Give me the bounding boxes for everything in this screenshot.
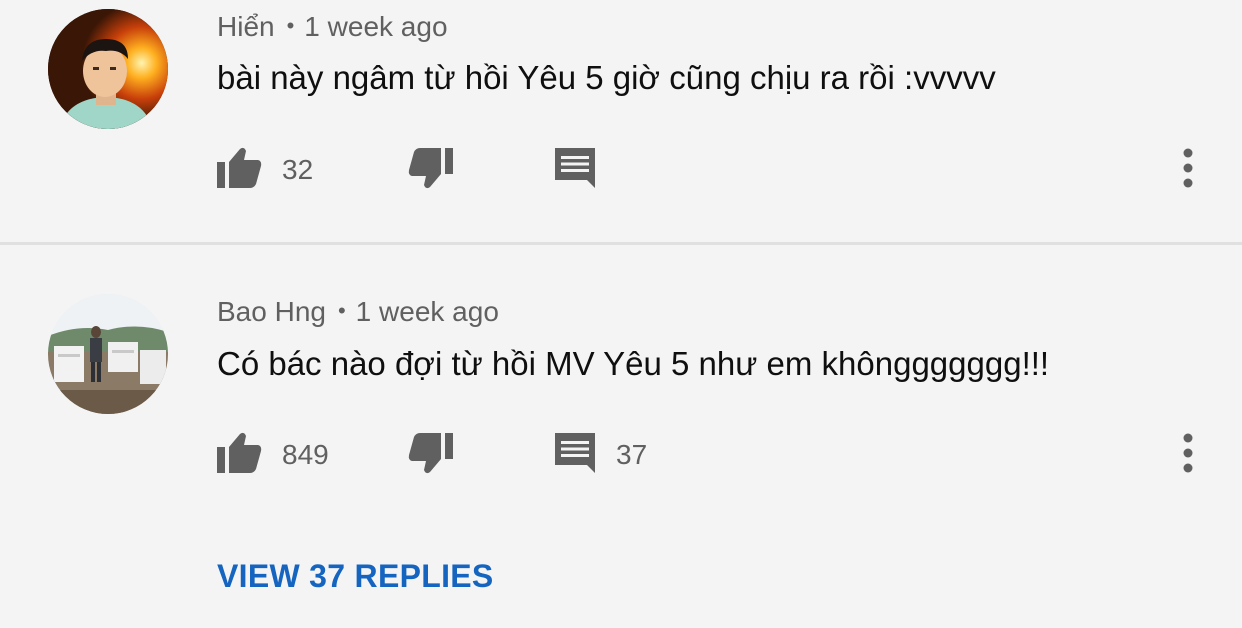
- view-replies-button[interactable]: VIEW 37 REPLIES: [217, 558, 494, 595]
- more-options-button[interactable]: [1172, 425, 1204, 485]
- like-button[interactable]: 849: [216, 425, 329, 485]
- dislike-button[interactable]: [408, 140, 454, 200]
- comment-timestamp[interactable]: 1 week ago: [304, 11, 447, 42]
- reply-button[interactable]: [554, 140, 596, 200]
- like-count: 32: [282, 154, 314, 185]
- comment-text: Có bác nào đợi từ hồi MV Yêu 5 như em kh…: [217, 345, 1050, 382]
- thumbs-up-icon: [216, 431, 262, 480]
- author-name[interactable]: Bao Hng: [217, 296, 326, 327]
- thumbs-down-icon: [408, 431, 454, 480]
- more-options-button[interactable]: [1172, 140, 1204, 200]
- reply-count: 37: [616, 439, 648, 470]
- reply-icon: [554, 147, 596, 194]
- avatar[interactable]: [48, 9, 168, 129]
- meta-separator: •: [337, 298, 346, 323]
- comment-item: Bao Hng • 1 week ago Có bác nào đợi từ hồi…: [0, 245, 1242, 628]
- reply-button[interactable]: 37: [554, 425, 647, 485]
- reply-icon: [554, 432, 596, 479]
- comment-actions: 849 37: [0, 425, 1242, 485]
- meta-separator: •: [286, 13, 295, 38]
- comments-section: Hiển • 1 week ago bài này ngâm từ hồi Yêu …: [0, 0, 1242, 628]
- like-count: 849: [282, 439, 329, 470]
- thumbs-up-icon: [216, 146, 262, 195]
- author-name[interactable]: Hiển: [217, 11, 275, 42]
- comment-meta: Hiển • 1 week ago: [217, 10, 448, 43]
- comment-item: Hiển • 1 week ago bài này ngâm từ hồi Yêu …: [0, 0, 1242, 242]
- comment-timestamp[interactable]: 1 week ago: [356, 296, 499, 327]
- dislike-button[interactable]: [408, 425, 454, 485]
- like-button[interactable]: 32: [216, 140, 313, 200]
- more-vert-icon: [1182, 433, 1194, 478]
- comment-meta: Bao Hng • 1 week ago: [217, 295, 499, 328]
- comment-actions: 32: [0, 140, 1242, 200]
- more-vert-icon: [1182, 148, 1194, 193]
- comment-text: bài này ngâm từ hồi Yêu 5 giờ cũng chịu …: [217, 59, 996, 96]
- avatar[interactable]: [48, 294, 168, 414]
- thumbs-down-icon: [408, 146, 454, 195]
